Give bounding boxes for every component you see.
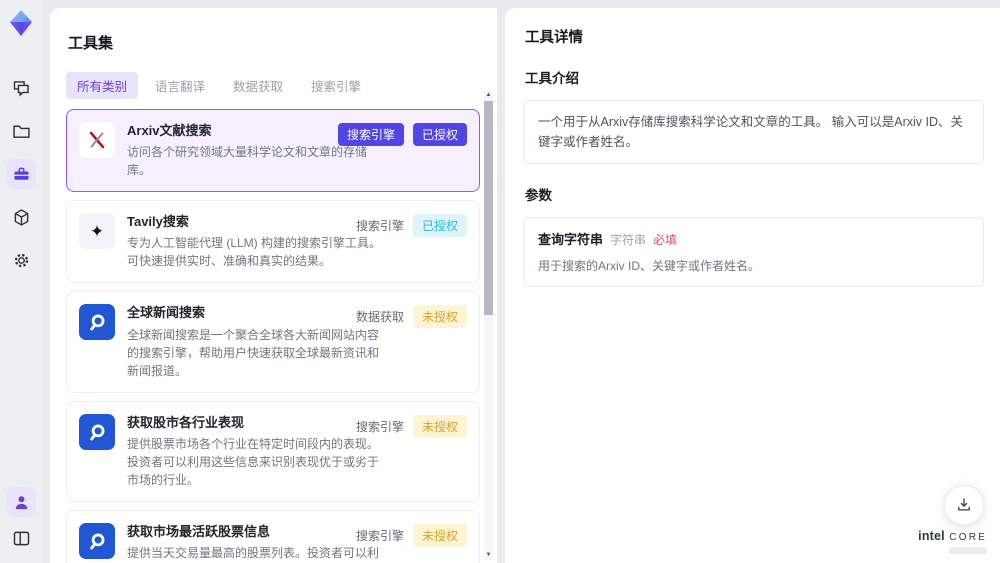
sidebar-item-collapse[interactable] [6, 523, 36, 553]
tool-category-tag: 搜索引擎 [355, 419, 404, 434]
user-icon [15, 495, 27, 509]
tool-tags: 数据获取 未授权 [355, 305, 467, 329]
download-icon [958, 498, 970, 511]
stock-sector-icon [79, 413, 115, 450]
tools-panel: 工具集 所有类别 语言翻译 数据获取 搜索引擎 Arxiv文献搜索 访问各个研究… [50, 8, 497, 563]
stock-active-icon [79, 522, 115, 559]
tool-tags: 搜索引擎 已授权 [337, 123, 467, 146]
tool-auth-badge: 未授权 [412, 523, 467, 547]
tool-category-tag: 数据获取 [355, 310, 404, 325]
tool-card-arxiv[interactable]: Arxiv文献搜索 访问各个研究领域大量科学论文和文章的存储库。 搜索引擎 已授… [66, 109, 480, 193]
sidebar [0, 0, 42, 563]
sidebar-bottom [6, 487, 36, 553]
tool-description: 访问各个研究领域大量科学论文和文章的存储库。 [127, 145, 368, 178]
cube-icon [14, 208, 28, 226]
sidebar-item-settings[interactable] [6, 245, 36, 275]
tool-auth-badge: 已授权 [412, 214, 467, 238]
gear-icon [14, 253, 28, 267]
brand-core: core [949, 532, 987, 543]
tavily-star-icon: ✦ [79, 213, 115, 250]
tool-tags: 搜索引擎 已授权 [355, 214, 467, 238]
brand-intel: intel [918, 529, 945, 543]
tool-detail-panel: 工具详情 工具介绍 一个用于从Arxiv存储库搜索科学论文和文章的工具。 输入可… [505, 8, 1000, 563]
tool-card-global-news[interactable]: 全球新闻搜索 全球新闻搜索是一个聚合全球各大新闻网站内容的搜索引擎，帮助用户快速… [66, 291, 480, 393]
toolbox-icon [14, 167, 28, 180]
params-heading: 参数 [525, 188, 552, 203]
scroll-down-arrow[interactable]: ▼ [484, 550, 493, 560]
app-window: 工具集 所有类别 语言翻译 数据获取 搜索引擎 Arxiv文献搜索 访问各个研究… [0, 0, 1000, 563]
tool-card-active-stocks[interactable]: 获取市场最活跃股票信息 提供当天交易量最高的股票列表。投资者可以利用这些信息来识… [66, 509, 480, 563]
tool-tags: 搜索引擎 未授权 [355, 414, 467, 438]
chat-icon [13, 80, 29, 96]
intro-heading: 工具介绍 [525, 71, 579, 86]
tool-name: 获取股市各行业表现 [127, 414, 245, 430]
tool-category-tag: 搜索引擎 [355, 219, 404, 234]
tool-body: 获取股市各行业表现 提供股票市场各个行业在特定时间段内的表现。投资者可以利用这些… [127, 414, 389, 489]
param-name: 查询字符串 [538, 232, 604, 247]
news-search-icon [79, 304, 115, 341]
tool-tags: 搜索引擎 未授权 [355, 523, 467, 547]
tool-category-tag: 搜索引擎 [337, 123, 404, 146]
param-type: 字符串 [610, 233, 647, 247]
sidebar-item-models[interactable] [6, 202, 36, 232]
tool-auth-badge: 未授权 [412, 305, 467, 329]
tab-all-categories[interactable]: 所有类别 [66, 72, 139, 99]
param-header: 查询字符串 字符串 必填 [538, 229, 969, 248]
page-title: 工具集 [68, 35, 114, 52]
tool-auth-badge: 已授权 [412, 123, 467, 146]
tool-body: 全球新闻搜索 全球新闻搜索是一个聚合全球各大新闻网站内容的搜索引擎，帮助用户快速… [127, 304, 389, 379]
list-scrollbar[interactable]: ▲ ▼ [484, 90, 493, 560]
tool-description: 提供股票市场各个行业在特定时间段内的表现。投资者可以利用这些信息来识别表现优于或… [127, 436, 380, 487]
tool-description: 提供当天交易量最高的股票列表。投资者可以利用这些信息来识别流动性强的股票和潜在的… [127, 545, 380, 560]
download-button[interactable] [944, 485, 984, 525]
tool-body: 获取市场最活跃股票信息 提供当天交易量最高的股票列表。投资者可以利用这些信息来识… [127, 523, 389, 563]
tool-description: 专为人工智能代理 (LLM) 构建的搜索引擎工具。可快速提供实时、准确和真实的结… [127, 236, 382, 269]
category-tabs: 所有类别 语言翻译 数据获取 搜索引擎 [66, 72, 481, 99]
tool-intro-box: 一个用于从Arxiv存储库搜索科学论文和文章的工具。 输入可以是Arxiv ID… [523, 100, 984, 164]
scrollbar-thumb[interactable] [484, 101, 493, 315]
tool-category-tag: 搜索引擎 [355, 528, 404, 543]
tab-language-translation[interactable]: 语言翻译 [144, 72, 216, 99]
arxiv-logo-icon [79, 122, 115, 158]
sidebar-item-tools[interactable] [6, 159, 36, 189]
tool-card-tavily[interactable]: ✦ Tavily搜索 专为人工智能代理 (LLM) 构建的搜索引擎工具。可快速提… [66, 200, 480, 284]
param-box: 查询字符串 字符串 必填 用于搜索的Arxiv ID、关键字或作者姓名。 [523, 217, 984, 287]
tool-list: Arxiv文献搜索 访问各个研究领域大量科学论文和文章的存储库。 搜索引擎 已授… [66, 109, 481, 563]
tool-body: Tavily搜索 专为人工智能代理 (LLM) 构建的搜索引擎工具。可快速提供实… [127, 213, 389, 270]
tab-data-fetch[interactable]: 数据获取 [222, 72, 294, 99]
tool-name: 获取市场最活跃股票信息 [127, 523, 271, 539]
scroll-up-arrow[interactable]: ▲ [484, 90, 493, 100]
detail-title: 工具详情 [525, 30, 583, 46]
intel-core-logo: intel core [918, 527, 987, 554]
tool-name: 全球新闻搜索 [127, 305, 206, 321]
sidebar-nav [6, 73, 36, 275]
sidebar-item-files[interactable] [6, 116, 36, 146]
sidebar-toggle-icon [13, 531, 29, 545]
sidebar-item-chat[interactable] [6, 73, 36, 103]
sidebar-item-profile[interactable] [6, 487, 36, 517]
brand-subtext-blur [949, 547, 987, 554]
param-required-badge: 必填 [653, 233, 678, 247]
param-description: 用于搜索的Arxiv ID、关键字或作者姓名。 [538, 259, 761, 273]
tab-search-engine[interactable]: 搜索引擎 [300, 72, 372, 99]
tool-description: 全球新闻搜索是一个聚合全球各大新闻网站内容的搜索引擎，帮助用户快速获取全球最新资… [127, 327, 380, 378]
tool-card-stock-sectors[interactable]: 获取股市各行业表现 提供股票市场各个行业在特定时间段内的表现。投资者可以利用这些… [66, 400, 480, 502]
tool-auth-badge: 未授权 [412, 414, 467, 438]
folder-icon [12, 125, 30, 138]
tool-name: Tavily搜索 [127, 214, 189, 230]
app-logo[interactable] [5, 7, 37, 39]
